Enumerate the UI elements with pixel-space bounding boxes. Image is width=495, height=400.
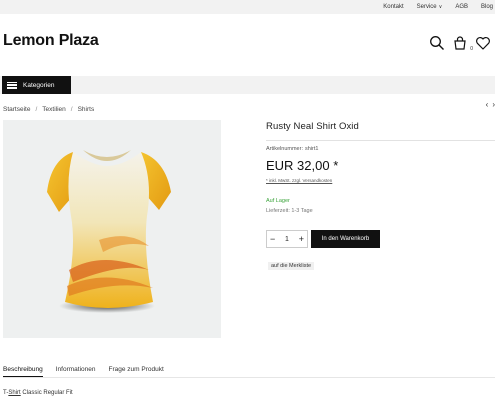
divider — [266, 140, 495, 141]
tabs-divider — [3, 377, 495, 378]
product-description: T-Shirt Classic Regular Fit — [3, 390, 73, 396]
tab-frage-zum-produkt[interactable]: Frage zum Produkt — [109, 366, 164, 377]
breadcrumb-separator: / — [70, 106, 73, 113]
heart-icon[interactable] — [475, 35, 491, 51]
delivery-time: Lieferzeit: 1-3 Tage — [266, 208, 313, 214]
top-links: Kontakt Service ∨ AGB Blog — [383, 0, 493, 14]
quantity-stepper: − 1 + — [266, 230, 308, 248]
top-link-blog[interactable]: Blog — [481, 4, 493, 10]
cart-icon[interactable]: 0 — [452, 35, 473, 52]
breadcrumb-textilien[interactable]: Textilien — [42, 106, 65, 113]
top-link-service[interactable]: Service ∨ — [417, 4, 443, 10]
tab-informationen[interactable]: Informationen — [56, 366, 96, 377]
sku-label: Artikelnummer: — [266, 146, 303, 152]
store-logo[interactable]: Lemon Plaza — [3, 32, 99, 50]
top-link-agb[interactable]: AGB — [455, 4, 468, 10]
menu-icon — [7, 81, 17, 89]
breadcrumb: Startseite / Textilien / Shirts — [3, 106, 94, 113]
increase-quantity-button[interactable]: + — [299, 234, 304, 244]
header-actions: 0 — [429, 35, 491, 52]
product-image[interactable] — [3, 120, 221, 338]
sku-value: shirt1 — [304, 146, 319, 152]
description-link[interactable]: Shirt — [8, 390, 20, 396]
categories-button[interactable]: Kategorien — [2, 76, 71, 94]
categories-label: Kategorien — [23, 81, 55, 89]
product-tabs: Beschreibung Informationen Frage zum Pro… — [3, 366, 164, 377]
decrease-quantity-button[interactable]: − — [270, 234, 275, 244]
add-to-wishlist-button[interactable]: auf die Merkliste — [268, 262, 315, 270]
shirt-illustration — [47, 150, 171, 313]
cart-count: 0 — [470, 46, 473, 52]
top-link-kontakt[interactable]: Kontakt — [383, 4, 403, 10]
description-rest: Classic Regular Fit — [20, 390, 73, 396]
stock-status: Auf Lager — [266, 198, 290, 204]
tab-beschreibung[interactable]: Beschreibung — [3, 366, 43, 377]
chevron-down-icon: ∨ — [438, 4, 443, 10]
quantity-value[interactable]: 1 — [285, 236, 289, 243]
prev-product-icon[interactable]: ‹ — [486, 100, 489, 109]
top-link-service-label: Service — [416, 4, 437, 10]
breadcrumb-separator: / — [35, 106, 38, 113]
product-price: EUR 32,00 * — [266, 158, 339, 173]
product-title: Rusty Neal Shirt Oxid — [266, 121, 359, 132]
breadcrumb-shirts[interactable]: Shirts — [78, 106, 95, 113]
add-to-cart-button[interactable]: In den Warenkorb — [311, 230, 380, 248]
category-bar: Kategorien — [0, 76, 495, 94]
search-icon[interactable] — [429, 35, 445, 51]
sku-line: Artikelnummer: shirt1 — [266, 146, 318, 152]
breadcrumb-home[interactable]: Startseite — [3, 106, 30, 113]
product-pager: ‹ › — [486, 100, 495, 109]
top-bar: Kontakt Service ∨ AGB Blog — [0, 0, 495, 14]
vat-note-link[interactable]: * inkl. MwSt. zzgl. Versandkosten — [266, 178, 332, 183]
